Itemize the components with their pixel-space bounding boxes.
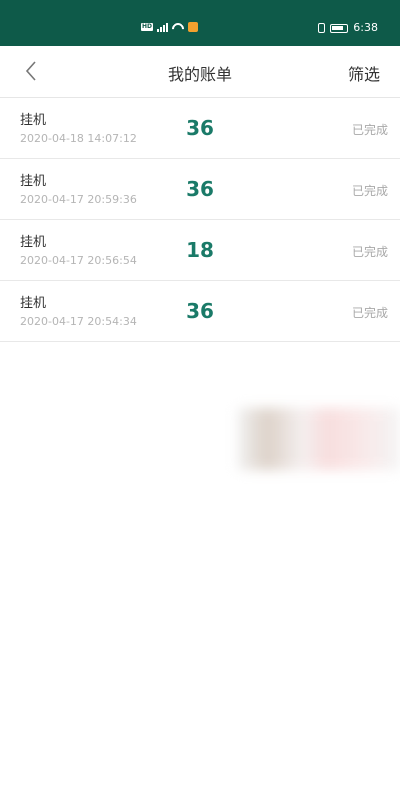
bill-row[interactable]: 挂机 2020-04-17 20:59:36 36 已完成: [0, 159, 400, 220]
bill-status: 已完成: [351, 184, 388, 198]
status-icons-right: 6:38: [318, 22, 378, 34]
bill-status: 已完成: [351, 245, 388, 259]
bill-amount: 36: [186, 116, 214, 140]
status-bar: HD 6:38: [0, 0, 400, 46]
page-title: 我的账单: [167, 65, 232, 84]
bill-row[interactable]: 挂机 2020-04-17 20:54:34 36 已完成: [0, 281, 400, 342]
bill-amount: 36: [186, 177, 214, 201]
nav-bar: 我的账单 筛选: [0, 46, 400, 98]
battery-icon: [330, 23, 349, 33]
filter-button[interactable]: 筛选: [348, 61, 380, 85]
bill-list: 挂机 2020-04-18 14:07:12 36 已完成 挂机 2020-04…: [0, 98, 400, 342]
bill-status: 已完成: [351, 123, 388, 137]
vibrate-icon: [318, 23, 326, 33]
wifi-icon: [172, 23, 184, 32]
blurred-overlay: [238, 408, 400, 470]
bill-row[interactable]: 挂机 2020-04-17 20:56:54 18 已完成: [0, 220, 400, 281]
app-notification-icon: [188, 22, 199, 32]
signal-icon: [157, 22, 169, 32]
bill-status: 已完成: [351, 306, 388, 320]
status-icons-center: HD: [141, 22, 199, 32]
bill-amount: 36: [186, 299, 214, 323]
bill-row[interactable]: 挂机 2020-04-18 14:07:12 36 已完成: [0, 98, 400, 159]
status-time: 6:38: [353, 21, 378, 34]
bill-amount: 18: [186, 238, 214, 262]
hd-badge: HD: [141, 23, 154, 31]
